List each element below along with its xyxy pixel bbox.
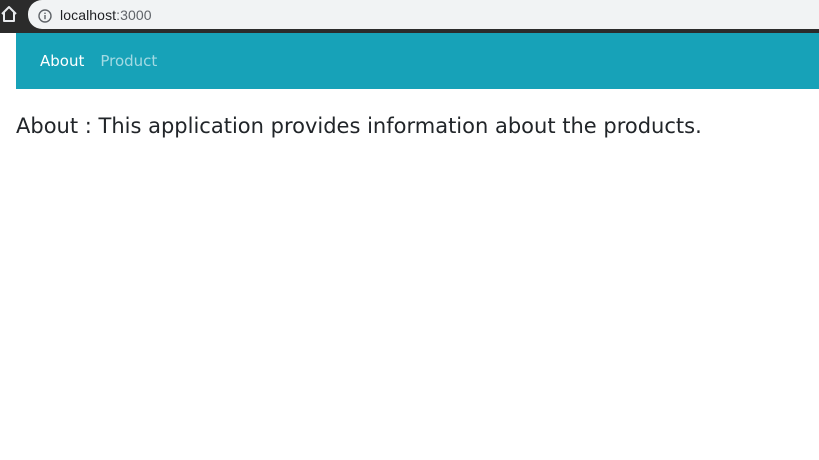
url-host: localhost <box>60 6 117 23</box>
home-icon[interactable] <box>0 4 18 24</box>
info-icon[interactable] <box>38 8 52 23</box>
url-text: localhost:3000 <box>60 7 152 23</box>
nav-link-product[interactable]: Product <box>100 52 157 70</box>
nav-link-about[interactable]: About <box>40 52 84 70</box>
page-heading: About : This application provides inform… <box>16 114 702 138</box>
navbar: About Product <box>16 33 819 89</box>
address-bar[interactable]: localhost:3000 <box>28 0 819 29</box>
browser-toolbar: localhost:3000 <box>0 0 819 33</box>
url-port: :3000 <box>116 6 152 23</box>
